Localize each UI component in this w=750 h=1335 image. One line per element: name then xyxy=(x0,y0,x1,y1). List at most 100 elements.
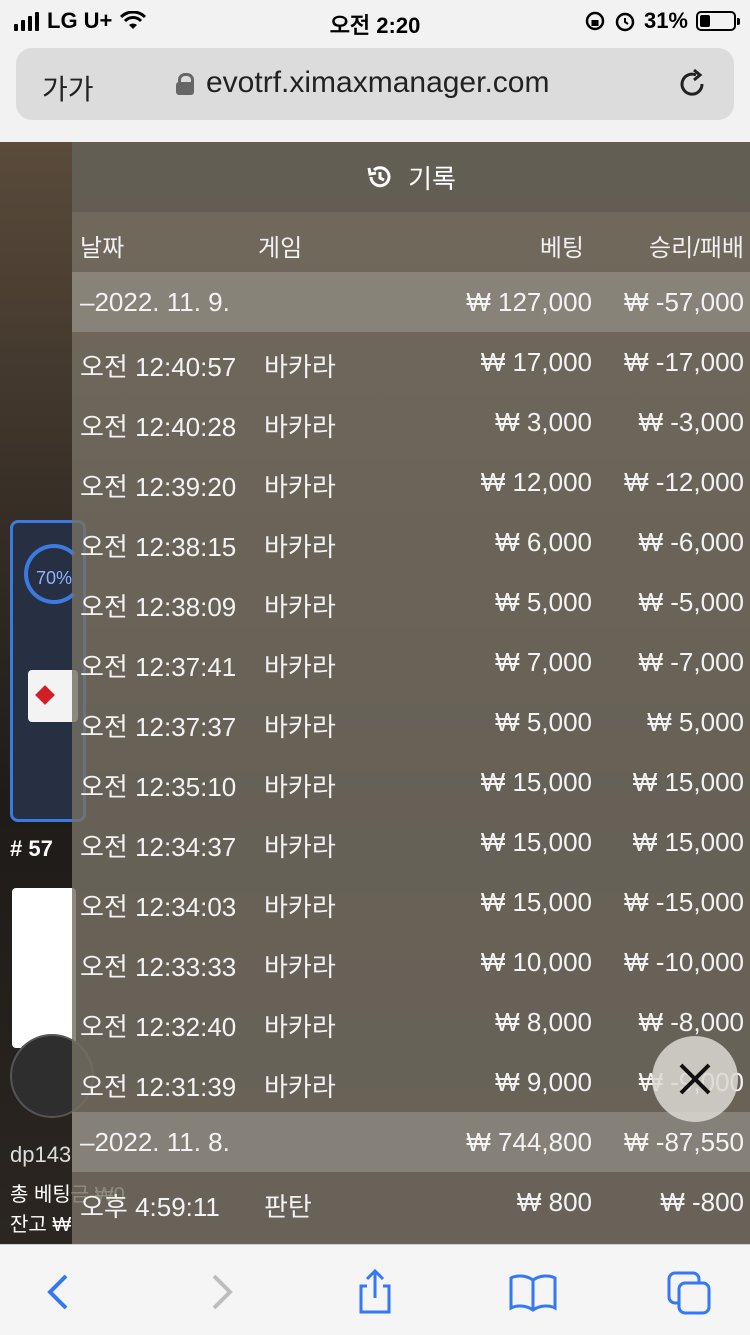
history-title: 기록 xyxy=(408,163,456,194)
history-icon xyxy=(367,166,391,188)
time-label: 오전 12:39:20 xyxy=(80,472,237,502)
time-label: 오전 12:38:15 xyxy=(80,532,237,562)
date-group-row[interactable]: –2022. 11. 8. ₩ 744,800 ₩ -87,550 xyxy=(72,1112,750,1172)
bet-amount: ₩ 15,000 xyxy=(480,827,592,857)
history-list[interactable]: –2022. 11. 9. ₩ 127,000 ₩ -57,000 오전 12:40:… xyxy=(72,272,750,1232)
back-button[interactable] xyxy=(34,1267,84,1317)
chevron-right-icon xyxy=(212,1274,233,1310)
result-amount: ₩ -17,000 xyxy=(624,347,744,377)
text-size-button[interactable]: 가가 xyxy=(42,68,94,108)
game-name: 바카라 xyxy=(264,892,336,922)
time-label: 오전 12:40:28 xyxy=(80,412,237,442)
time-label: 오전 12:37:41 xyxy=(80,652,237,682)
bet-amount: ₩ 7,000 xyxy=(495,647,592,677)
history-row: 오전 12:38:15 바카라 ₩ 6,000 ₩ -6,000 xyxy=(72,512,750,572)
game-name: 바카라 xyxy=(264,952,336,982)
battery-percent: 31% xyxy=(643,8,688,33)
history-header: 기록 xyxy=(72,142,750,212)
username: dp143 xyxy=(10,1142,72,1167)
result-amount: ₩ -5,000 xyxy=(638,587,745,617)
time-label: 오전 12:34:03 xyxy=(80,892,237,922)
time-label: 오전 12:37:37 xyxy=(80,712,237,742)
close-button[interactable] xyxy=(652,1036,738,1122)
game-name: 바카라 xyxy=(264,412,336,442)
time-label: 오전 12:32:40 xyxy=(80,1012,237,1042)
history-row: 오전 12:38:09 바카라 ₩ 5,000 ₩ -5,000 xyxy=(72,572,750,632)
result-amount: ₩ -57,000 xyxy=(624,287,744,317)
history-row: 오전 12:37:37 바카라 ₩ 5,000 ₩ 5,000 xyxy=(72,692,750,752)
result-amount: ₩ -7,000 xyxy=(638,647,745,677)
bet-amount: ₩ 744,800 xyxy=(466,1127,592,1157)
result-amount: ₩ -8,000 xyxy=(638,1007,745,1037)
column-headers: 날짜 게임 베팅 승리/패배 xyxy=(72,212,750,272)
bet-amount: ₩ 15,000 xyxy=(480,767,592,797)
share-icon xyxy=(359,1268,391,1314)
history-row: 오전 12:31:39바카라₩ 9,000₩ -9,000 xyxy=(72,1052,750,1112)
result-amount: ₩ -3,000 xyxy=(638,407,745,437)
date-label: –2022. 11. 8. xyxy=(80,1127,230,1157)
chevron-left-icon xyxy=(47,1274,68,1310)
history-row: 오전 12:33:33 바카라 ₩ 10,000 ₩ -10,000 xyxy=(72,932,750,992)
result-amount: ₩ -15,000 xyxy=(624,887,744,917)
bet-amount: ₩ 8,000 xyxy=(495,1007,592,1037)
result-amount: ₩ -10,000 xyxy=(624,947,744,977)
game-name: 바카라 xyxy=(264,472,336,502)
history-row: 오전 12:40:28 바카라 ₩ 3,000 ₩ -3,000 xyxy=(72,392,750,452)
roadmap-board xyxy=(12,888,76,1048)
game-name: 바카라 xyxy=(264,1072,336,1102)
bet-amount: ₩ 3,000 xyxy=(495,407,592,437)
date-group-row[interactable]: –2022. 11. 9. ₩ 127,000 ₩ -57,000 xyxy=(72,272,750,332)
lock-icon xyxy=(176,73,194,95)
bet-amount: ₩ 9,000 xyxy=(495,1067,592,1097)
playing-card xyxy=(28,670,78,722)
time-label: 오전 12:34:37 xyxy=(80,832,237,862)
forward-button[interactable] xyxy=(196,1267,246,1317)
history-row: 오전 12:34:03 바카라 ₩ 15,000 ₩ -15,000 xyxy=(72,872,750,932)
history-row: 오전 12:37:41 바카라 ₩ 7,000 ₩ -7,000 xyxy=(72,632,750,692)
battery-icon xyxy=(696,11,740,31)
time-label: 오전 12:38:09 xyxy=(80,592,237,622)
game-name: 바카라 xyxy=(264,592,336,622)
history-row: 오후 4:59:11 판탄 ₩ 800 ₩ -800 xyxy=(72,1172,750,1232)
column-header-bet: 베팅 xyxy=(539,235,584,262)
result-amount: ₩ 15,000 xyxy=(632,767,744,797)
address-bar[interactable]: 가가 evotrf.ximaxmanager.com xyxy=(16,48,734,120)
bet-amount: ₩ 6,000 xyxy=(495,527,592,557)
game-name: 바카라 xyxy=(264,772,336,802)
column-header-date: 날짜 xyxy=(80,235,125,262)
history-row: 오전 12:39:20 바카라 ₩ 12,000 ₩ -12,000 xyxy=(72,452,750,512)
alarm-icon xyxy=(615,12,635,32)
book-icon xyxy=(509,1274,557,1312)
history-panel: 기록 날짜 게임 베팅 승리/패배 –2022. 11. 9. ₩ 127,000… xyxy=(72,142,750,1244)
browser-toolbar xyxy=(0,1244,750,1335)
game-name: 바카라 xyxy=(264,652,336,682)
bet-amount: ₩ 800 xyxy=(516,1187,592,1217)
share-button[interactable] xyxy=(350,1267,400,1317)
status-bar: LG U+ 오전 2:20 31% xyxy=(0,0,750,40)
time-label: 오전 12:31:39 xyxy=(80,1072,237,1102)
table-number: # 57 xyxy=(10,836,53,861)
bet-amount: ₩ 5,000 xyxy=(495,707,592,737)
game-name: 판탄 xyxy=(264,1192,312,1222)
tabs-icon xyxy=(667,1271,711,1315)
bet-amount: ₩ 17,000 xyxy=(480,347,592,377)
reload-icon[interactable] xyxy=(676,68,708,100)
bookmarks-button[interactable] xyxy=(508,1267,558,1317)
history-row: 오전 12:35:10 바카라 ₩ 15,000 ₩ 15,000 xyxy=(72,752,750,812)
history-row: 오전 12:34:37 바카라 ₩ 15,000 ₩ 15,000 xyxy=(72,812,750,872)
history-row: 오전 12:40:57 바카라 ₩ 17,000 ₩ -17,000 xyxy=(72,332,750,392)
bet-amount: ₩ 12,000 xyxy=(480,467,592,497)
result-amount: ₩ -12,000 xyxy=(624,467,744,497)
time-label: 오후 4:59:11 xyxy=(80,1192,220,1222)
game-name: 바카라 xyxy=(264,532,336,562)
balance: 잔고 ₩ xyxy=(10,1214,72,1236)
result-amount: ₩ 5,000 xyxy=(647,707,744,737)
rotation-lock-icon xyxy=(585,11,605,31)
result-amount: ₩ -800 xyxy=(660,1187,744,1217)
tabs-button[interactable] xyxy=(664,1267,714,1317)
bet-amount: ₩ 10,000 xyxy=(480,947,592,977)
close-icon xyxy=(679,1063,711,1095)
time-label: 오전 12:35:10 xyxy=(80,772,237,802)
date-label: –2022. 11. 9. xyxy=(80,287,230,317)
url-text[interactable]: evotrf.ximaxmanager.com xyxy=(206,66,549,100)
